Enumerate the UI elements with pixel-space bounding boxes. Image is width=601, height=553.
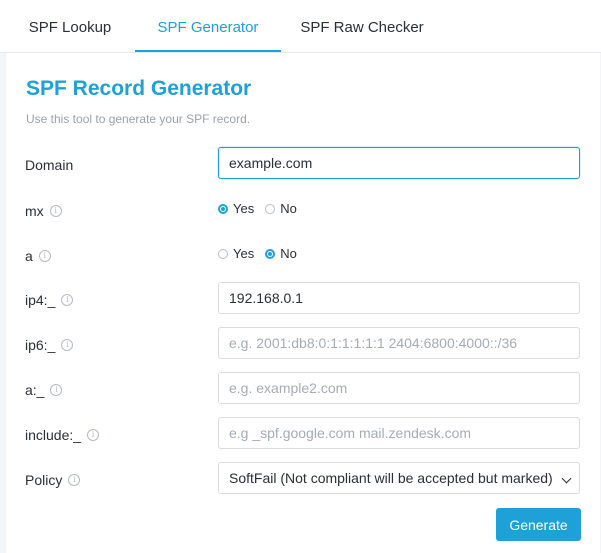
mx-yes-radio[interactable]: Yes — [218, 201, 254, 216]
info-icon[interactable]: i — [68, 474, 81, 486]
policy-label: Policy i — [25, 472, 81, 488]
domain-label: Domain — [25, 157, 74, 173]
tab-spf-generator[interactable]: SPF Generator — [135, 0, 281, 52]
domain-input[interactable] — [218, 147, 580, 179]
generate-button[interactable]: Generate — [496, 508, 581, 541]
page-title: SPF Record Generator — [26, 77, 252, 100]
radio-checked-icon — [218, 203, 228, 214]
a-no-radio[interactable]: No — [265, 246, 297, 261]
radio-checked-icon — [265, 248, 276, 259]
ip4-label: ip4:_ i — [25, 292, 74, 308]
mx-row: mx i Yes No — [6, 193, 600, 229]
radio-unchecked-icon — [265, 203, 276, 214]
tab-bar: SPF Lookup SPF Generator SPF Raw Checker — [0, 0, 601, 53]
ip4-row: ip4:_ i — [6, 282, 600, 318]
ip6-row: ip6:_ i — [6, 327, 600, 363]
radio-unchecked-icon — [218, 248, 228, 259]
a-mechanism-input[interactable] — [218, 372, 580, 404]
include-label: include:_ i — [25, 427, 100, 443]
page-subtitle: Use this tool to generate your SPF recor… — [26, 112, 251, 126]
generator-card: SPF Record Generator Use this tool to ge… — [6, 53, 600, 553]
mx-radio-group: Yes No — [218, 201, 308, 216]
info-icon[interactable]: i — [61, 339, 74, 351]
include-input[interactable] — [218, 417, 580, 449]
a-yes-radio[interactable]: Yes — [218, 246, 254, 261]
info-icon[interactable]: i — [38, 250, 51, 262]
domain-row: Domain — [6, 147, 600, 183]
mx-no-radio[interactable]: No — [265, 201, 297, 216]
include-row: include:_ i — [6, 417, 600, 453]
a-mechanism-label: a:_ i — [25, 382, 63, 398]
ip6-label: ip6:_ i — [25, 337, 74, 353]
info-icon[interactable]: i — [61, 294, 74, 306]
chevron-down-icon — [561, 473, 572, 484]
info-icon[interactable]: i — [49, 205, 62, 217]
ip6-input[interactable] — [218, 327, 580, 359]
a-label: a i — [25, 248, 51, 264]
tab-spf-lookup[interactable]: SPF Lookup — [10, 0, 130, 50]
a-row: a i Yes No — [6, 238, 600, 274]
info-icon[interactable]: i — [50, 384, 63, 396]
a-mechanism-row: a:_ i — [6, 372, 600, 408]
info-icon[interactable]: i — [87, 429, 100, 441]
mx-label: mx i — [25, 203, 62, 219]
tab-spf-raw-checker[interactable]: SPF Raw Checker — [288, 0, 436, 50]
policy-row: Policy i SoftFail (Not compliant will be… — [6, 462, 600, 498]
a-radio-group: Yes No — [218, 246, 308, 261]
ip4-input[interactable] — [218, 282, 580, 314]
policy-select[interactable]: SoftFail (Not compliant will be accepted… — [218, 462, 580, 494]
